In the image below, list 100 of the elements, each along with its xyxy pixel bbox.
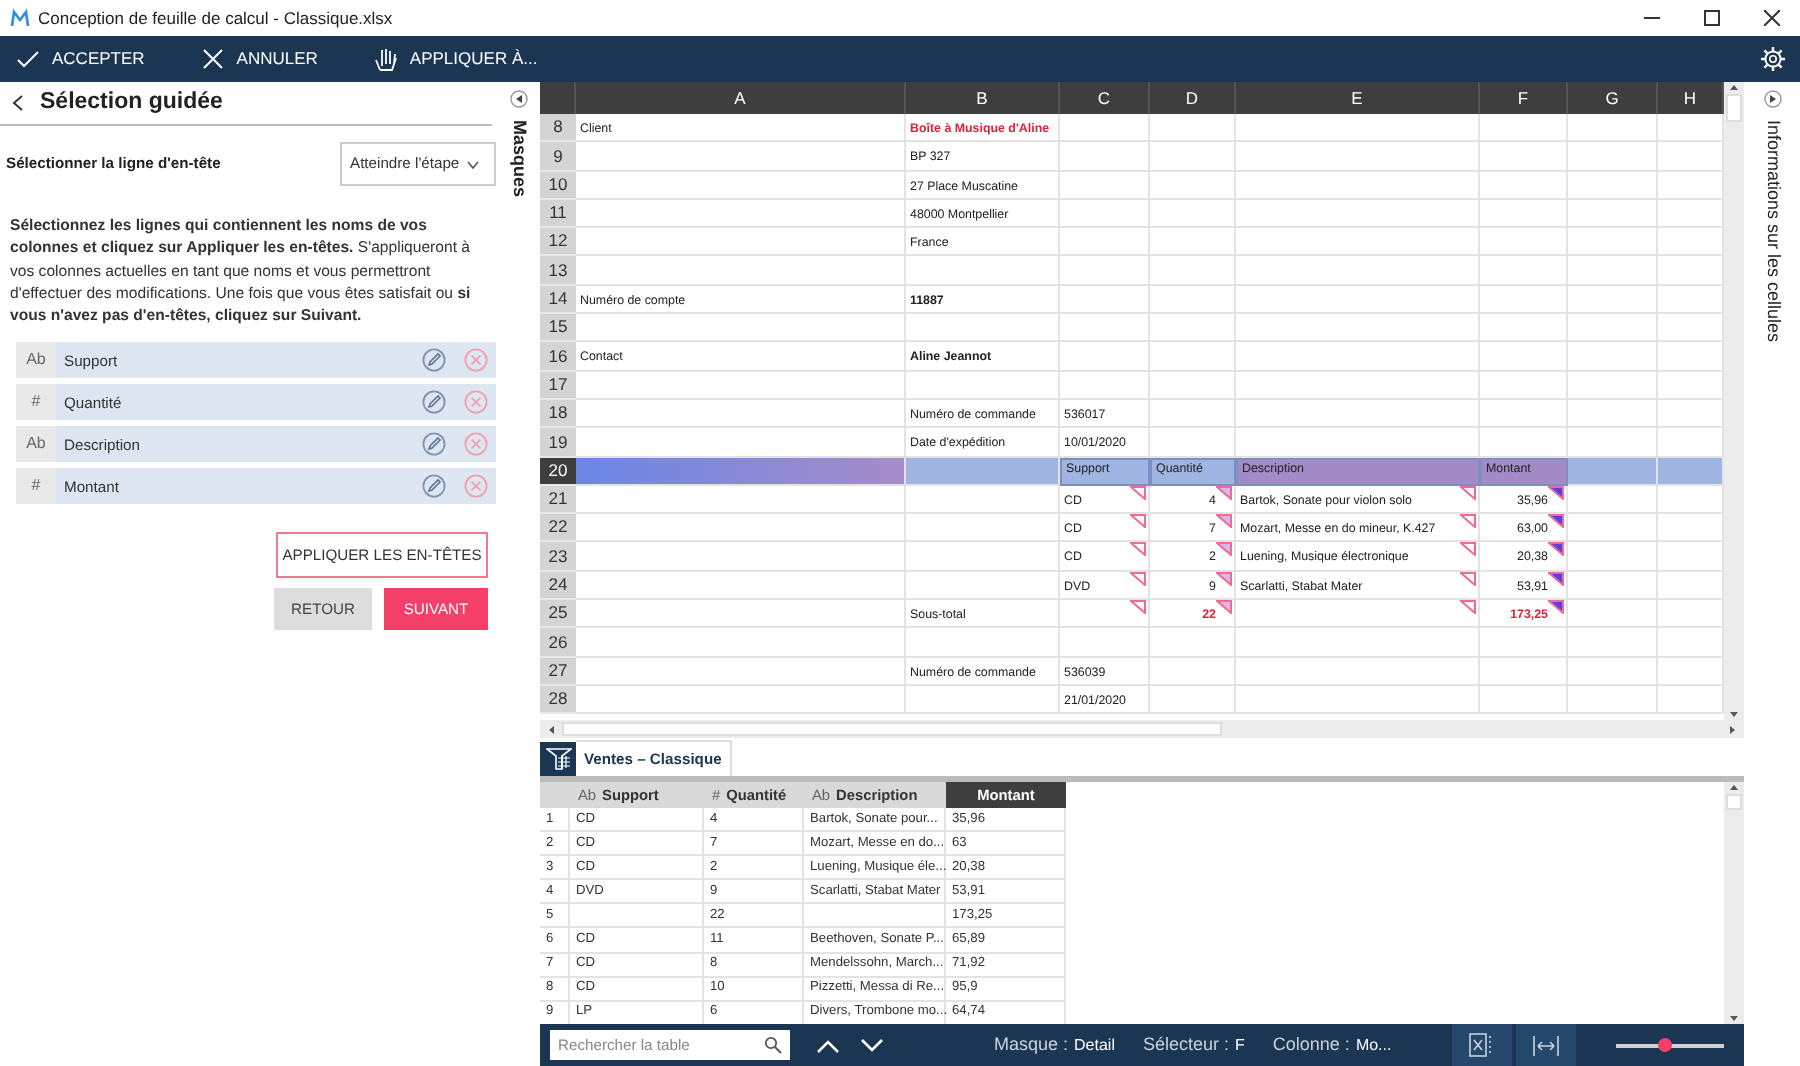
empty-cell [1568, 256, 1658, 286]
status-value: Detail [1074, 1033, 1115, 1057]
column-header[interactable]: C [1060, 82, 1150, 114]
empty-cell [1480, 228, 1568, 257]
row-number[interactable]: 15 [540, 314, 576, 343]
empty-cell [1060, 199, 1150, 229]
close-icon [200, 47, 225, 71]
empty-cell [1480, 314, 1568, 343]
empty-cell [1568, 542, 1658, 572]
column-header[interactable]: A [576, 82, 906, 114]
empty-cell [570, 904, 704, 929]
status-value: F [1235, 1033, 1245, 1057]
corner-header [540, 82, 576, 114]
empty-cell [1480, 256, 1568, 286]
row-number[interactable]: 18 [540, 399, 576, 429]
empty-cell [1480, 399, 1568, 429]
empty-cell [1568, 399, 1658, 429]
scrollbar-thumb[interactable] [562, 722, 1222, 736]
empty-cell [1480, 285, 1568, 315]
row-number[interactable]: 27 [540, 657, 576, 686]
status-label: Colonne : [1272, 1031, 1350, 1058]
empty-cell [1060, 314, 1150, 343]
empty-cell [1568, 685, 1658, 715]
row-number[interactable]: 16 [540, 342, 576, 372]
side-panel-tab[interactable]: Informations sur les cellules [1758, 120, 1786, 343]
empty-cell [1480, 685, 1568, 715]
empty-cell [1568, 342, 1658, 372]
empty-cell [1150, 228, 1236, 257]
empty-cell [1150, 285, 1236, 315]
empty-cell [1150, 314, 1236, 343]
side-panel-tab[interactable]: Masques [504, 120, 532, 198]
column-type: Ab [16, 342, 56, 379]
empty-cell [1568, 285, 1658, 315]
row-number[interactable]: 25 [540, 600, 576, 629]
edit-icon[interactable] [422, 348, 446, 373]
close-icon[interactable] [1764, 10, 1780, 26]
empty-cell [1480, 342, 1568, 372]
search-icon [764, 1036, 782, 1054]
app-logo-icon [10, 8, 30, 28]
empty-cell [1568, 628, 1658, 658]
empty-cell [1480, 657, 1568, 686]
row-number[interactable]: 17 [540, 371, 576, 400]
row-number[interactable]: 9 [540, 142, 576, 172]
settings-icon[interactable] [1760, 46, 1786, 72]
empty-cell [1150, 371, 1236, 400]
empty-cell [1150, 142, 1236, 172]
column-header[interactable]: E [1236, 82, 1480, 114]
empty-cell [1568, 142, 1658, 172]
empty-cell [1480, 171, 1568, 200]
column-header[interactable]: D [1150, 82, 1236, 114]
collapse-icon[interactable] [509, 90, 527, 108]
column-header[interactable]: G [1568, 82, 1658, 114]
empty-cell [1480, 142, 1568, 172]
maximize-icon[interactable] [1704, 10, 1720, 26]
back-icon[interactable] [12, 94, 24, 112]
row-number[interactable]: 13 [540, 256, 576, 286]
row-number[interactable]: 12 [540, 228, 576, 257]
column-header[interactable]: H [1658, 82, 1724, 114]
spreadsheet-icon [1467, 1032, 1496, 1058]
edit-icon[interactable] [422, 432, 446, 457]
empty-cell [1060, 228, 1150, 257]
check-icon [16, 47, 40, 71]
edit-icon[interactable] [422, 474, 446, 499]
table-filter-icon[interactable] [545, 748, 571, 770]
empty-cell [1480, 371, 1568, 400]
empty-cell [1060, 256, 1150, 286]
toolbar-button[interactable]: ACCEPTER [0, 36, 161, 82]
row-number[interactable]: 14 [540, 285, 576, 315]
row-number[interactable]: 8 [540, 114, 576, 143]
empty-cell [1150, 657, 1236, 686]
row-number[interactable]: 10 [540, 171, 576, 200]
empty-cell [1150, 256, 1236, 286]
scrollbar-thumb[interactable] [1726, 794, 1742, 810]
row-number[interactable]: 26 [540, 628, 576, 658]
row-number[interactable]: 24 [540, 571, 576, 601]
empty-cell [1568, 314, 1658, 343]
scrollbar-thumb[interactable] [1726, 94, 1742, 122]
empty-cell [1150, 342, 1236, 372]
chevron-down-icon [465, 159, 480, 169]
edit-icon[interactable] [422, 390, 446, 415]
row-number[interactable]: 20 [540, 457, 576, 486]
row-number[interactable]: 28 [540, 685, 576, 715]
row-number[interactable]: 22 [540, 514, 576, 543]
scroll-left-icon[interactable] [546, 723, 558, 735]
window-title: Conception de feuille de calcul - Classique.xlsx [38, 5, 393, 31]
row-number[interactable]: 19 [540, 428, 576, 458]
empty-cell [1480, 114, 1568, 143]
column-header[interactable]: B [906, 82, 1060, 114]
collapse-icon[interactable] [1763, 90, 1781, 108]
empty-cell [1480, 199, 1568, 229]
fit-width-button[interactable] [1515, 1024, 1576, 1066]
slider-thumb[interactable] [1657, 1038, 1672, 1052]
empty-cell [1568, 199, 1658, 229]
toolbar-button[interactable]: APPLIQUER À... [357, 36, 554, 82]
row-number[interactable]: 11 [540, 199, 576, 229]
toolbar-button[interactable]: ANNULER [184, 36, 334, 82]
excel-view-button[interactable] [1451, 1024, 1512, 1066]
column-header[interactable]: F [1480, 82, 1568, 114]
row-number[interactable]: 23 [540, 542, 576, 572]
row-number[interactable]: 21 [540, 485, 576, 515]
